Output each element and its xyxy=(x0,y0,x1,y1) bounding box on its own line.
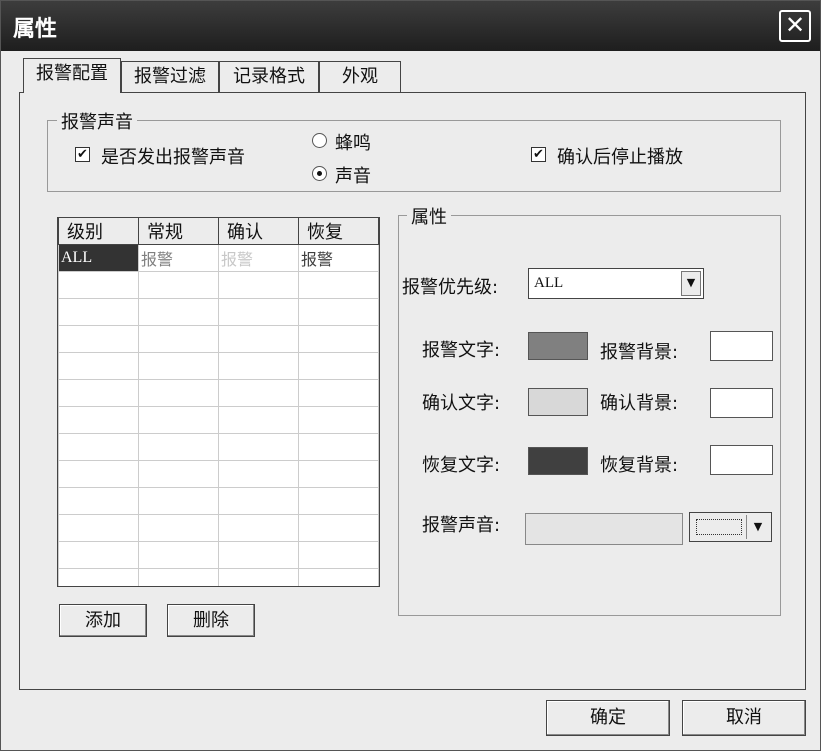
priority-select[interactable]: ALL ▼ xyxy=(528,268,704,299)
column-header-ack[interactable]: 确认 xyxy=(218,218,299,245)
alarm-levels-grid[interactable]: 级别 常规 确认 恢复 ALL 报警 报警 报警 xyxy=(57,217,380,587)
alarm-bg-color-swatch[interactable] xyxy=(710,331,773,361)
alarm-sound-group-title: 报警声音 xyxy=(57,108,137,134)
cancel-button[interactable]: 取消 xyxy=(682,700,806,736)
restore-bg-label: 恢复背景: xyxy=(600,455,679,476)
delete-button[interactable]: 删除 xyxy=(167,604,255,637)
table-row xyxy=(58,298,379,326)
grid-cell-level[interactable]: ALL xyxy=(58,244,139,272)
table-row xyxy=(58,514,379,542)
tab-alarm-filter[interactable]: 报警过滤 xyxy=(121,61,219,93)
restore-text-color-swatch[interactable] xyxy=(528,447,588,475)
grid-cell-normal[interactable]: 报警 xyxy=(138,244,219,272)
table-row xyxy=(58,568,379,586)
window-title: 属性 xyxy=(13,17,58,42)
table-row xyxy=(58,352,379,380)
column-header-restore[interactable]: 恢复 xyxy=(298,218,379,245)
grid-cell-ack[interactable]: 报警 xyxy=(218,244,299,272)
sound-picker-dropdown[interactable]: ▼ xyxy=(689,512,772,542)
play-sound-label: 是否发出报警声音 xyxy=(101,147,245,168)
sound-picker-focus xyxy=(696,519,742,535)
sound-file-field[interactable] xyxy=(525,513,683,545)
grid-cell-restore[interactable]: 报警 xyxy=(298,244,379,272)
close-icon[interactable]: ✕ xyxy=(785,11,805,39)
priority-label: 报警优先级: xyxy=(402,277,499,298)
alarm-text-label: 报警文字: xyxy=(422,340,501,361)
restore-bg-color-swatch[interactable] xyxy=(710,445,773,475)
tab-alarm-config[interactable]: 报警配置 xyxy=(23,58,121,93)
priority-value: ALL xyxy=(534,275,564,291)
properties-group-title: 属性 xyxy=(407,203,451,229)
table-row xyxy=(58,541,379,569)
ok-button[interactable]: 确定 xyxy=(546,700,670,736)
title-bar: 属性 ✕ xyxy=(1,1,820,51)
tab-record-format[interactable]: 记录格式 xyxy=(219,61,319,93)
table-row xyxy=(58,325,379,353)
properties-dialog: 属性 ✕ 报警配置 报警过滤 记录格式 外观 报警声音 ✔ 是否发出报警声音 蜂… xyxy=(0,0,821,751)
table-row xyxy=(58,433,379,461)
buzzer-label: 蜂鸣 xyxy=(335,133,371,154)
sound-label: 声音 xyxy=(335,166,371,187)
stop-after-ack-label: 确认后停止播放 xyxy=(557,147,683,168)
tab-appearance[interactable]: 外观 xyxy=(319,61,401,93)
table-row xyxy=(58,460,379,488)
restore-text-label: 恢复文字: xyxy=(422,455,501,476)
buzzer-radio[interactable] xyxy=(312,133,327,148)
table-row xyxy=(58,406,379,434)
stop-after-ack-checkbox[interactable]: ✔ xyxy=(531,147,546,162)
play-sound-checkbox[interactable]: ✔ xyxy=(75,147,90,162)
table-row xyxy=(58,379,379,407)
table-row[interactable]: ALL 报警 报警 报警 xyxy=(58,244,379,272)
close-button[interactable]: ✕ xyxy=(779,10,811,42)
chevron-down-icon[interactable]: ▼ xyxy=(746,515,769,539)
table-row xyxy=(58,271,379,299)
ack-text-color-swatch[interactable] xyxy=(528,388,588,416)
alarm-bg-label: 报警背景: xyxy=(600,342,679,363)
alarm-text-color-swatch[interactable] xyxy=(528,332,588,360)
chevron-down-icon[interactable]: ▼ xyxy=(681,271,701,296)
column-header-level[interactable]: 级别 xyxy=(58,218,139,245)
ack-bg-label: 确认背景: xyxy=(600,393,679,414)
grid-header-row: 级别 常规 确认 恢复 xyxy=(58,218,379,245)
ack-bg-color-swatch[interactable] xyxy=(710,388,773,418)
sound-radio[interactable] xyxy=(312,166,327,181)
table-row xyxy=(58,487,379,515)
ack-text-label: 确认文字: xyxy=(422,393,501,414)
add-button[interactable]: 添加 xyxy=(59,604,147,637)
sound-file-label: 报警声音: xyxy=(422,515,501,536)
column-header-normal[interactable]: 常规 xyxy=(138,218,219,245)
